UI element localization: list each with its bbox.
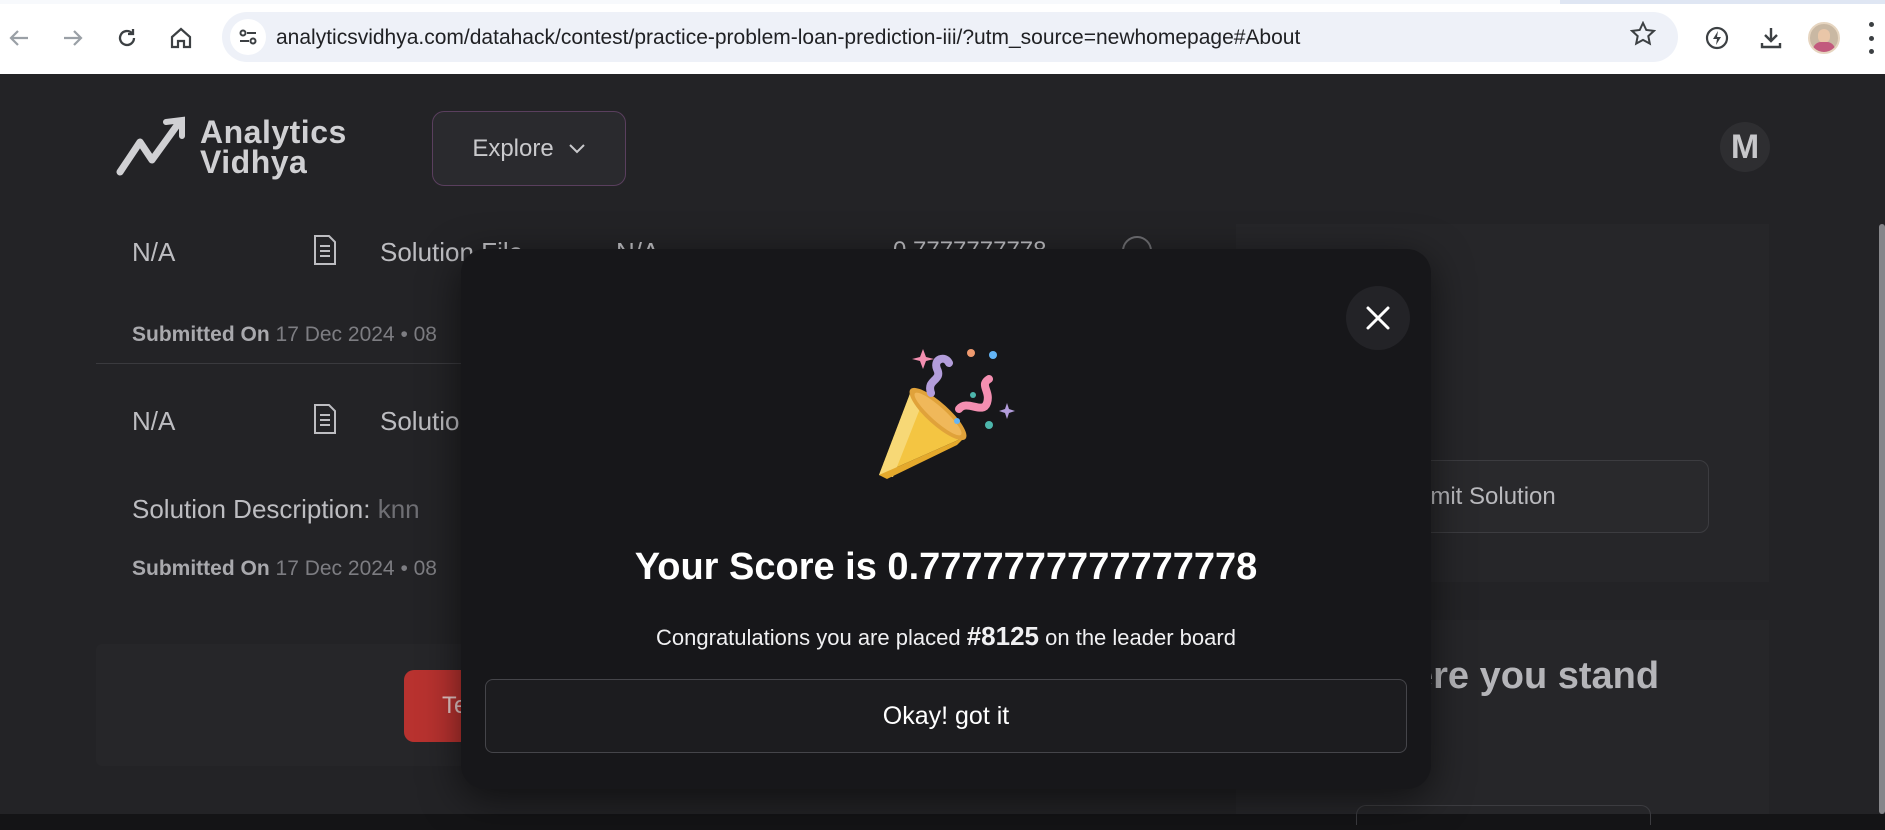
description-label: Solution Description: <box>132 494 371 524</box>
submission-2-file-label[interactable]: Solutio <box>380 406 460 437</box>
logo-chart-icon <box>116 116 185 176</box>
profile-avatar[interactable] <box>1808 22 1840 54</box>
leaderboard-rank: #8125 <box>966 621 1039 651</box>
leaderboard-message: Congratulations you are placed #8125 on … <box>461 621 1431 652</box>
analytics-vidhya-logo[interactable]: Analytics Vidhya <box>116 112 347 182</box>
submission-2-submitted-on: Submitted On 17 Dec 2024 • 08 <box>132 557 437 581</box>
page-scrollbar[interactable] <box>1879 224 1885 814</box>
url-text[interactable]: analyticsvidhya.com/datahack/contest/pra… <box>276 26 1300 50</box>
download-icon[interactable] <box>1754 21 1788 55</box>
reload-icon[interactable] <box>110 21 144 55</box>
score-modal: Your Score is 0.7777777777777778 Congrat… <box>461 249 1431 789</box>
bookmark-star-icon[interactable] <box>1629 20 1657 54</box>
more-menu-icon[interactable] <box>1866 22 1876 54</box>
description-value: knn <box>377 494 420 524</box>
chevron-down-icon <box>568 143 585 153</box>
logo-line-2: Vidhya <box>200 144 308 180</box>
score-heading: Your Score is 0.7777777777777778 <box>634 546 1258 588</box>
close-icon <box>1366 306 1390 330</box>
submitted-on-value: 17 Dec 2024 • 08 <box>275 557 437 580</box>
explore-label: Explore <box>472 134 554 162</box>
forward-arrow-icon[interactable] <box>56 21 90 55</box>
document-icon[interactable] <box>312 403 338 435</box>
congrats-prefix: Congratulations you are placed <box>656 625 961 650</box>
document-icon[interactable] <box>312 234 338 266</box>
submission-1-submitted-on: Submitted On 17 Dec 2024 • 08 <box>132 323 437 347</box>
logo-line-1: Analytics <box>200 114 347 150</box>
leaderboard-panel-control[interactable] <box>1356 805 1651 825</box>
submission-2-description: Solution Description: knn <box>132 494 420 525</box>
address-bar[interactable]: analyticsvidhya.com/datahack/contest/pra… <box>222 12 1678 62</box>
home-icon[interactable] <box>164 21 198 55</box>
explore-button[interactable]: Explore <box>432 111 626 186</box>
where-you-stand-heading: ere you stand <box>1412 655 1660 697</box>
performance-icon[interactable] <box>1700 21 1734 55</box>
tab-strip-edge <box>0 0 1885 4</box>
site-settings-icon[interactable] <box>230 19 266 55</box>
submission-1-public-score: N/A <box>132 237 176 267</box>
submitted-on-label: Submitted On <box>132 557 270 580</box>
okay-got-it-button[interactable]: Okay! got it <box>485 679 1407 753</box>
congrats-suffix: on the leader board <box>1045 625 1236 650</box>
submission-2-public-score: N/A <box>132 406 176 436</box>
submitted-on-label: Submitted On <box>132 323 270 346</box>
close-button[interactable] <box>1346 286 1410 350</box>
back-arrow-icon[interactable] <box>2 21 36 55</box>
party-popper-icon <box>879 349 1015 479</box>
browser-toolbar: analyticsvidhya.com/datahack/contest/pra… <box>0 0 1885 74</box>
user-avatar[interactable]: M <box>1720 122 1770 172</box>
submitted-on-value: 17 Dec 2024 • 08 <box>275 323 437 346</box>
